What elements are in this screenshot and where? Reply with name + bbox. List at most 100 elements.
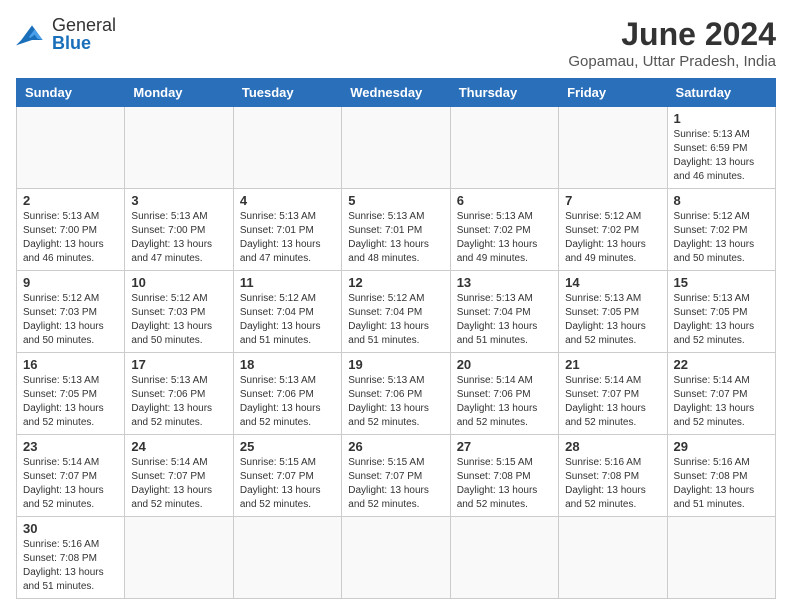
day-info: Sunrise: 5:13 AMSunset: 7:06 PMDaylight:… xyxy=(240,374,335,430)
day-number: 25 xyxy=(240,439,335,454)
calendar-cell: 11Sunrise: 5:12 AMSunset: 7:04 PMDayligh… xyxy=(233,271,341,353)
day-info: Sunrise: 5:14 AMSunset: 7:07 PMDaylight:… xyxy=(674,374,769,430)
calendar-cell xyxy=(667,517,775,599)
calendar-cell: 5 Sunrise: 5:13 AMSunset: 7:01 PMDaylight… xyxy=(342,189,450,271)
day-info: Sunrise: 5:14 AMSunset: 7:07 PMDaylight:… xyxy=(23,456,118,512)
day-info: Sunrise: 5:14 AMSunset: 7:06 PMDaylight:… xyxy=(457,374,552,430)
calendar-cell: 22 Sunrise: 5:14 AMSunset: 7:07 PMDayligh… xyxy=(667,353,775,435)
day-number: 10 xyxy=(131,275,226,290)
day-info: Sunrise: 5:16 AMSunset: 7:08 PMDaylight:… xyxy=(565,456,660,512)
day-number: 27 xyxy=(457,439,552,454)
calendar-cell: 30Sunrise: 5:16 AMSunset: 7:08 PMDayligh… xyxy=(17,517,125,599)
day-number: 13 xyxy=(457,275,552,290)
day-number: 4 xyxy=(240,193,335,208)
day-info: Sunrise: 5:13 AMSunset: 7:01 PMDaylight:… xyxy=(348,210,443,266)
calendar-cell: 7Sunrise: 5:12 AMSunset: 7:02 PMDaylight… xyxy=(559,189,667,271)
calendar-cell: 19Sunrise: 5:13 AMSunset: 7:06 PMDayligh… xyxy=(342,353,450,435)
calendar: SundayMondayTuesdayWednesdayThursdayFrid… xyxy=(16,78,776,599)
calendar-cell: 28Sunrise: 5:16 AMSunset: 7:08 PMDayligh… xyxy=(559,435,667,517)
day-number: 6 xyxy=(457,193,552,208)
calendar-cell: 8 Sunrise: 5:12 AMSunset: 7:02 PMDaylight… xyxy=(667,189,775,271)
calendar-cell xyxy=(559,107,667,189)
calendar-cell xyxy=(559,517,667,599)
calendar-cell xyxy=(342,107,450,189)
day-number: 12 xyxy=(348,275,443,290)
header: General Blue June 2024 Gopamau, Uttar Pr… xyxy=(16,16,776,70)
day-number: 5 xyxy=(348,193,443,208)
day-info: Sunrise: 5:14 AMSunset: 7:07 PMDaylight:… xyxy=(131,456,226,512)
logo-icon xyxy=(16,20,48,48)
week-row-2: 2 Sunrise: 5:13 AMSunset: 7:00 PMDaylight… xyxy=(17,189,776,271)
calendar-cell: 3Sunrise: 5:13 AMSunset: 7:00 PMDaylight… xyxy=(125,189,233,271)
day-info: Sunrise: 5:12 AMSunset: 7:03 PMDaylight:… xyxy=(23,292,118,348)
calendar-cell xyxy=(450,107,558,189)
calendar-cell: 9 Sunrise: 5:12 AMSunset: 7:03 PMDaylight… xyxy=(17,271,125,353)
week-row-4: 16 Sunrise: 5:13 AMSunset: 7:05 PMDayligh… xyxy=(17,353,776,435)
calendar-cell: 16 Sunrise: 5:13 AMSunset: 7:05 PMDayligh… xyxy=(17,353,125,435)
day-number: 11 xyxy=(240,275,335,290)
day-number: 23 xyxy=(23,439,118,454)
month-title: June 2024 xyxy=(568,16,776,53)
calendar-cell: 13 Sunrise: 5:13 AMSunset: 7:04 PMDayligh… xyxy=(450,271,558,353)
day-info: Sunrise: 5:13 AMSunset: 7:01 PMDaylight:… xyxy=(240,210,335,266)
calendar-cell: 26Sunrise: 5:15 AMSunset: 7:07 PMDayligh… xyxy=(342,435,450,517)
day-info: Sunrise: 5:12 AMSunset: 7:04 PMDaylight:… xyxy=(348,292,443,348)
calendar-cell: 24 Sunrise: 5:14 AMSunset: 7:07 PMDayligh… xyxy=(125,435,233,517)
day-info: Sunrise: 5:13 AMSunset: 7:00 PMDaylight:… xyxy=(23,210,118,266)
calendar-cell: 12 Sunrise: 5:12 AMSunset: 7:04 PMDayligh… xyxy=(342,271,450,353)
calendar-cell: 2 Sunrise: 5:13 AMSunset: 7:00 PMDaylight… xyxy=(17,189,125,271)
weekday-header-monday: Monday xyxy=(125,79,233,107)
calendar-cell: 29 Sunrise: 5:16 AMSunset: 7:08 PMDayligh… xyxy=(667,435,775,517)
weekday-header-wednesday: Wednesday xyxy=(342,79,450,107)
calendar-cell: 17 Sunrise: 5:13 AMSunset: 7:06 PMDayligh… xyxy=(125,353,233,435)
day-number: 22 xyxy=(674,357,769,372)
day-number: 9 xyxy=(23,275,118,290)
day-number: 14 xyxy=(565,275,660,290)
calendar-cell xyxy=(233,107,341,189)
day-number: 1 xyxy=(674,111,769,126)
day-info: Sunrise: 5:13 AMSunset: 7:05 PMDaylight:… xyxy=(23,374,118,430)
day-info: Sunrise: 5:13 AMSunset: 7:04 PMDaylight:… xyxy=(457,292,552,348)
weekday-header-row: SundayMondayTuesdayWednesdayThursdayFrid… xyxy=(17,79,776,107)
logo: General Blue xyxy=(16,16,116,52)
day-number: 15 xyxy=(674,275,769,290)
calendar-cell xyxy=(125,107,233,189)
calendar-cell xyxy=(233,517,341,599)
day-info: Sunrise: 5:13 AMSunset: 7:06 PMDaylight:… xyxy=(131,374,226,430)
week-row-3: 9 Sunrise: 5:12 AMSunset: 7:03 PMDaylight… xyxy=(17,271,776,353)
weekday-header-tuesday: Tuesday xyxy=(233,79,341,107)
title-section: June 2024 Gopamau, Uttar Pradesh, India xyxy=(568,16,776,70)
day-number: 7 xyxy=(565,193,660,208)
weekday-header-thursday: Thursday xyxy=(450,79,558,107)
day-number: 29 xyxy=(674,439,769,454)
week-row-5: 23 Sunrise: 5:14 AMSunset: 7:07 PMDayligh… xyxy=(17,435,776,517)
day-info: Sunrise: 5:16 AMSunset: 7:08 PMDaylight:… xyxy=(674,456,769,512)
location: Gopamau, Uttar Pradesh, India xyxy=(568,53,776,70)
day-number: 18 xyxy=(240,357,335,372)
calendar-cell: 6Sunrise: 5:13 AMSunset: 7:02 PMDaylight… xyxy=(450,189,558,271)
day-number: 2 xyxy=(23,193,118,208)
weekday-header-saturday: Saturday xyxy=(667,79,775,107)
calendar-cell: 1Sunrise: 5:13 AMSunset: 6:59 PMDaylight… xyxy=(667,107,775,189)
day-number: 17 xyxy=(131,357,226,372)
day-number: 16 xyxy=(23,357,118,372)
calendar-cell xyxy=(125,517,233,599)
calendar-cell xyxy=(450,517,558,599)
day-number: 19 xyxy=(348,357,443,372)
day-number: 24 xyxy=(131,439,226,454)
calendar-cell: 14Sunrise: 5:13 AMSunset: 7:05 PMDayligh… xyxy=(559,271,667,353)
calendar-cell: 27Sunrise: 5:15 AMSunset: 7:08 PMDayligh… xyxy=(450,435,558,517)
calendar-cell: 4 Sunrise: 5:13 AMSunset: 7:01 PMDaylight… xyxy=(233,189,341,271)
day-info: Sunrise: 5:15 AMSunset: 7:07 PMDaylight:… xyxy=(348,456,443,512)
day-info: Sunrise: 5:13 AMSunset: 7:00 PMDaylight:… xyxy=(131,210,226,266)
calendar-cell: 18 Sunrise: 5:13 AMSunset: 7:06 PMDayligh… xyxy=(233,353,341,435)
week-row-6: 30Sunrise: 5:16 AMSunset: 7:08 PMDayligh… xyxy=(17,517,776,599)
weekday-header-friday: Friday xyxy=(559,79,667,107)
day-info: Sunrise: 5:12 AMSunset: 7:02 PMDaylight:… xyxy=(674,210,769,266)
calendar-cell: 10Sunrise: 5:12 AMSunset: 7:03 PMDayligh… xyxy=(125,271,233,353)
day-info: Sunrise: 5:16 AMSunset: 7:08 PMDaylight:… xyxy=(23,538,118,594)
day-info: Sunrise: 5:13 AMSunset: 7:05 PMDaylight:… xyxy=(674,292,769,348)
day-number: 21 xyxy=(565,357,660,372)
day-number: 8 xyxy=(674,193,769,208)
calendar-cell: 23 Sunrise: 5:14 AMSunset: 7:07 PMDayligh… xyxy=(17,435,125,517)
